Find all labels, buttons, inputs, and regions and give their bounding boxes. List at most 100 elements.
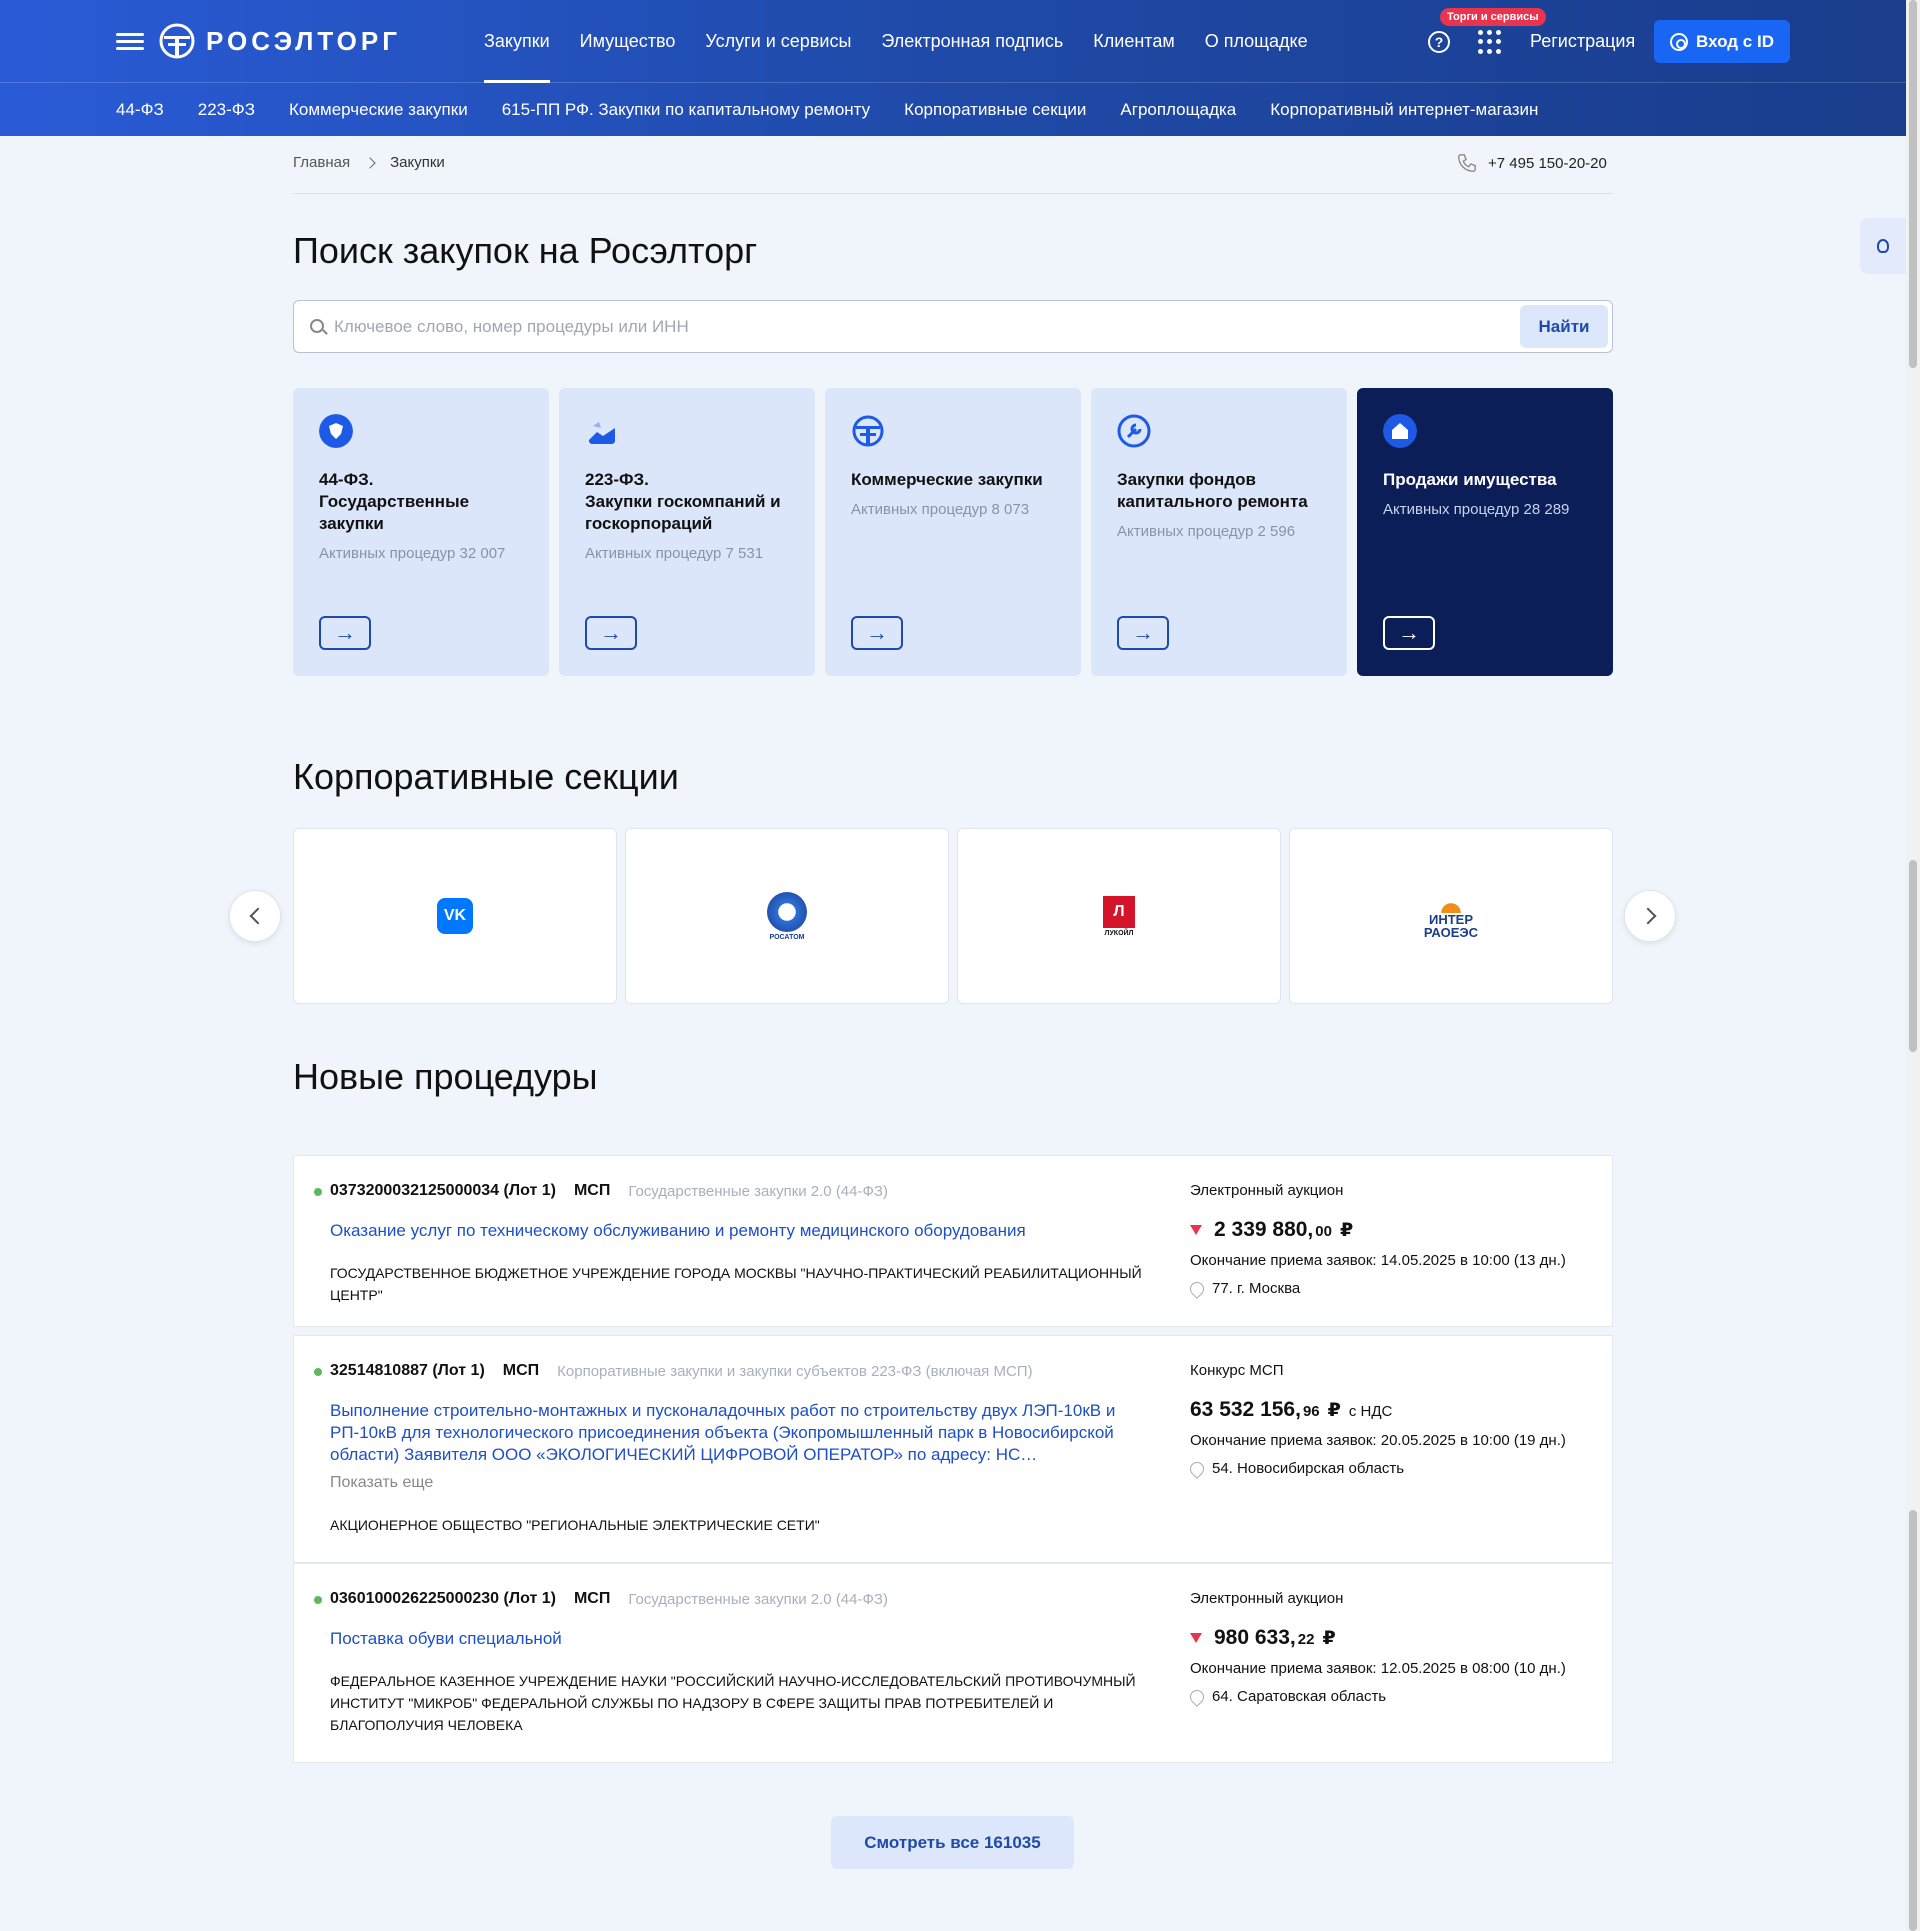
lukoil-logo: Л ЛУКОЙЛ [1103,895,1135,937]
help-icon[interactable]: ? [1428,31,1450,53]
card-223fz[interactable]: 223-ФЗ. Закупки госкомпаний и госкорпора… [559,388,815,676]
chevron-left-icon [249,907,266,925]
location-pin-icon [1187,1458,1207,1479]
card-44fz[interactable]: 44-ФЗ. Государственные закупки Активных … [293,388,549,676]
breadcrumb-home[interactable]: Главная [293,154,350,171]
login-button[interactable]: Вход с ID [1654,20,1790,63]
card-arrow-button[interactable]: → [319,616,371,650]
procedure-organizer: ФЕДЕРАЛЬНОЕ КАЗЕННОЕ УЧРЕЖДЕНИЕ НАУКИ "Р… [330,1673,1136,1733]
vat-label: с НДС [1348,1403,1393,1420]
phone-number: +7 495 150-20-20 [1488,154,1607,172]
nav-item-property[interactable]: Имущество [580,0,676,83]
rosatom-emblem-icon [767,891,807,932]
procedure-number: 0373200032125000034 (Лот 1) [330,1182,556,1199]
subnav-corporate[interactable]: Корпоративные секции [904,83,1086,136]
arrow-right-icon: → [334,620,356,645]
card-arrow-button[interactable]: → [1117,616,1169,650]
carousel-prev-button[interactable] [229,890,281,942]
procedure-price: 63 532 156, 96 ₽ с НДС [1190,1398,1392,1422]
corp-card-rosatom[interactable]: РОСАТОМ [625,828,949,1004]
nav-item-about[interactable]: О площадке [1205,0,1308,83]
subnav-44fz[interactable]: 44-ФЗ [116,83,164,136]
procedure-card[interactable]: 0360100026225000230 (Лот 1) МСП Государс… [293,1563,1613,1763]
procedure-region: 64. Саратовская область [1187,1686,1386,1707]
procedure-type: Электронный аукцион [1190,1590,1344,1607]
register-link[interactable]: Регистрация [1530,0,1635,83]
procedure-title-link[interactable]: Выполнение строительно-монтажных и пуско… [330,1400,1150,1466]
procedure-header: 32514810887 (Лот 1) МСП Корпоративные за… [330,1362,1033,1380]
card-arrow-button[interactable]: → [1383,616,1435,650]
msp-label: МСП [573,1590,611,1607]
card-arrow-button[interactable]: → [585,616,637,650]
procedure-title-link[interactable]: Поставка обуви специальной [330,1628,1150,1650]
card-count: Активных процедур 7 531 [585,545,764,562]
card-arrow-button[interactable]: → [851,616,903,650]
subnav-commercial[interactable]: Коммерческие закупки [289,83,468,136]
procedure-card[interactable]: 0373200032125000034 (Лот 1) МСП Государс… [293,1155,1613,1327]
corp-card-interrao[interactable]: ИНТЕР РАОЕЭС [1289,828,1613,1004]
card-property-sales[interactable]: Продажи имущества Активных процедур 28 2… [1357,388,1613,676]
price-main: 63 532 156, [1190,1398,1301,1421]
procedure-region: 77. г. Москва [1187,1278,1300,1299]
building-icon [589,422,615,444]
search-bar: Найти [293,300,1613,353]
vk-logo: VK [437,898,473,934]
currency: ₽ [1327,1400,1341,1421]
card-title: Коммерческие закупки [851,470,1043,489]
card-count: Активных процедур 32 007 [319,545,506,562]
card-count: Активных процедур 8 073 [851,501,1030,518]
subnav-223fz[interactable]: 223-ФЗ [198,83,255,136]
scrollbar[interactable] [1906,0,1920,1931]
wrench-icon [1117,414,1151,448]
logo-text: РОСЭЛТОРГ [206,25,401,56]
card-title: 44-ФЗ. Государственные закупки [319,470,470,533]
procedure-header: 0373200032125000034 (Лот 1) МСП Государс… [330,1182,888,1200]
search-button[interactable]: Найти [1520,305,1608,348]
card-capital-repair[interactable]: Закупки фондов капитального ремонта Акти… [1091,388,1347,676]
status-dot-icon [314,1596,322,1604]
phone-contact[interactable]: +7 495 150-20-20 [1456,152,1607,174]
scrollbar-thumb[interactable] [1909,860,1917,1052]
nav-item-signature[interactable]: Электронная подпись [881,0,1063,83]
scrollbar-thumb[interactable] [1909,1510,1917,1931]
procedure-title-link[interactable]: Оказание услуг по техническому обслужива… [330,1220,1150,1242]
location-pin-icon [1187,1278,1207,1299]
rosatom-text: РОСАТОМ [769,933,805,941]
nav-item-clients[interactable]: Клиентам [1093,0,1174,83]
view-all-button[interactable]: Смотреть все 161035 [831,1816,1074,1869]
card-title: 223-ФЗ. Закупки госкомпаний и госкорпора… [585,470,781,533]
card-title: Продажи имущества [1383,470,1557,489]
fingerprint-icon [1670,32,1689,51]
subnav-eshop[interactable]: Корпоративный интернет-магазин [1270,83,1538,136]
tips-tab[interactable] [1860,218,1906,274]
procedure-deadline: Окончание приема заявок: 14.05.2025 в 10… [1190,1252,1566,1269]
search-input[interactable] [334,301,1484,352]
nav-item-services[interactable]: Услуги и сервисы [705,0,851,83]
divider [293,193,1613,194]
procedure-card[interactable]: 32514810887 (Лот 1) МСП Корпоративные за… [293,1335,1613,1563]
interrao-text: ИНТЕР РАОЕЭС [1423,912,1479,940]
procedure-organizer: ГОСУДАРСТВЕННОЕ БЮДЖЕТНОЕ УЧРЕЖДЕНИЕ ГОР… [330,1265,1142,1302]
corp-card-lukoil[interactable]: Л ЛУКОЙЛ [957,828,1281,1004]
menu-icon[interactable] [116,33,144,51]
house-icon [1383,414,1417,448]
msp-label: МСП [573,1182,611,1199]
card-count: Активных процедур 28 289 [1383,501,1570,518]
arrow-right-icon: → [1398,620,1420,645]
procedure-deadline: Окончание приема заявок: 12.05.2025 в 08… [1190,1660,1566,1677]
carousel-next-button[interactable] [1624,890,1676,942]
logo[interactable]: РОСЭЛТОРГ [158,20,401,62]
category-cards: 44-ФЗ. Государственные закупки Активных … [293,388,1613,676]
law-label: Государственные закупки 2.0 (44-ФЗ) [628,1182,888,1200]
corp-card-vk[interactable]: VK [293,828,617,1004]
card-commercial[interactable]: Коммерческие закупки Активных процедур 8… [825,388,1081,676]
law-label: Государственные закупки 2.0 (44-ФЗ) [628,1590,888,1608]
subnav-615pp[interactable]: 615-ПП РФ. Закупки по капитальному ремон… [502,83,870,136]
location-pin-icon [1187,1686,1207,1707]
apps-grid-icon[interactable] [1478,30,1502,54]
scrollbar-thumb[interactable] [1909,0,1917,368]
subnav-agro[interactable]: Агроплощадка [1120,83,1236,136]
procedure-deadline: Окончание приема заявок: 20.05.2025 в 10… [1190,1432,1566,1449]
show-more-link[interactable]: Показать еще [330,1474,433,1492]
nav-item-purchases[interactable]: Закупки [484,0,550,83]
